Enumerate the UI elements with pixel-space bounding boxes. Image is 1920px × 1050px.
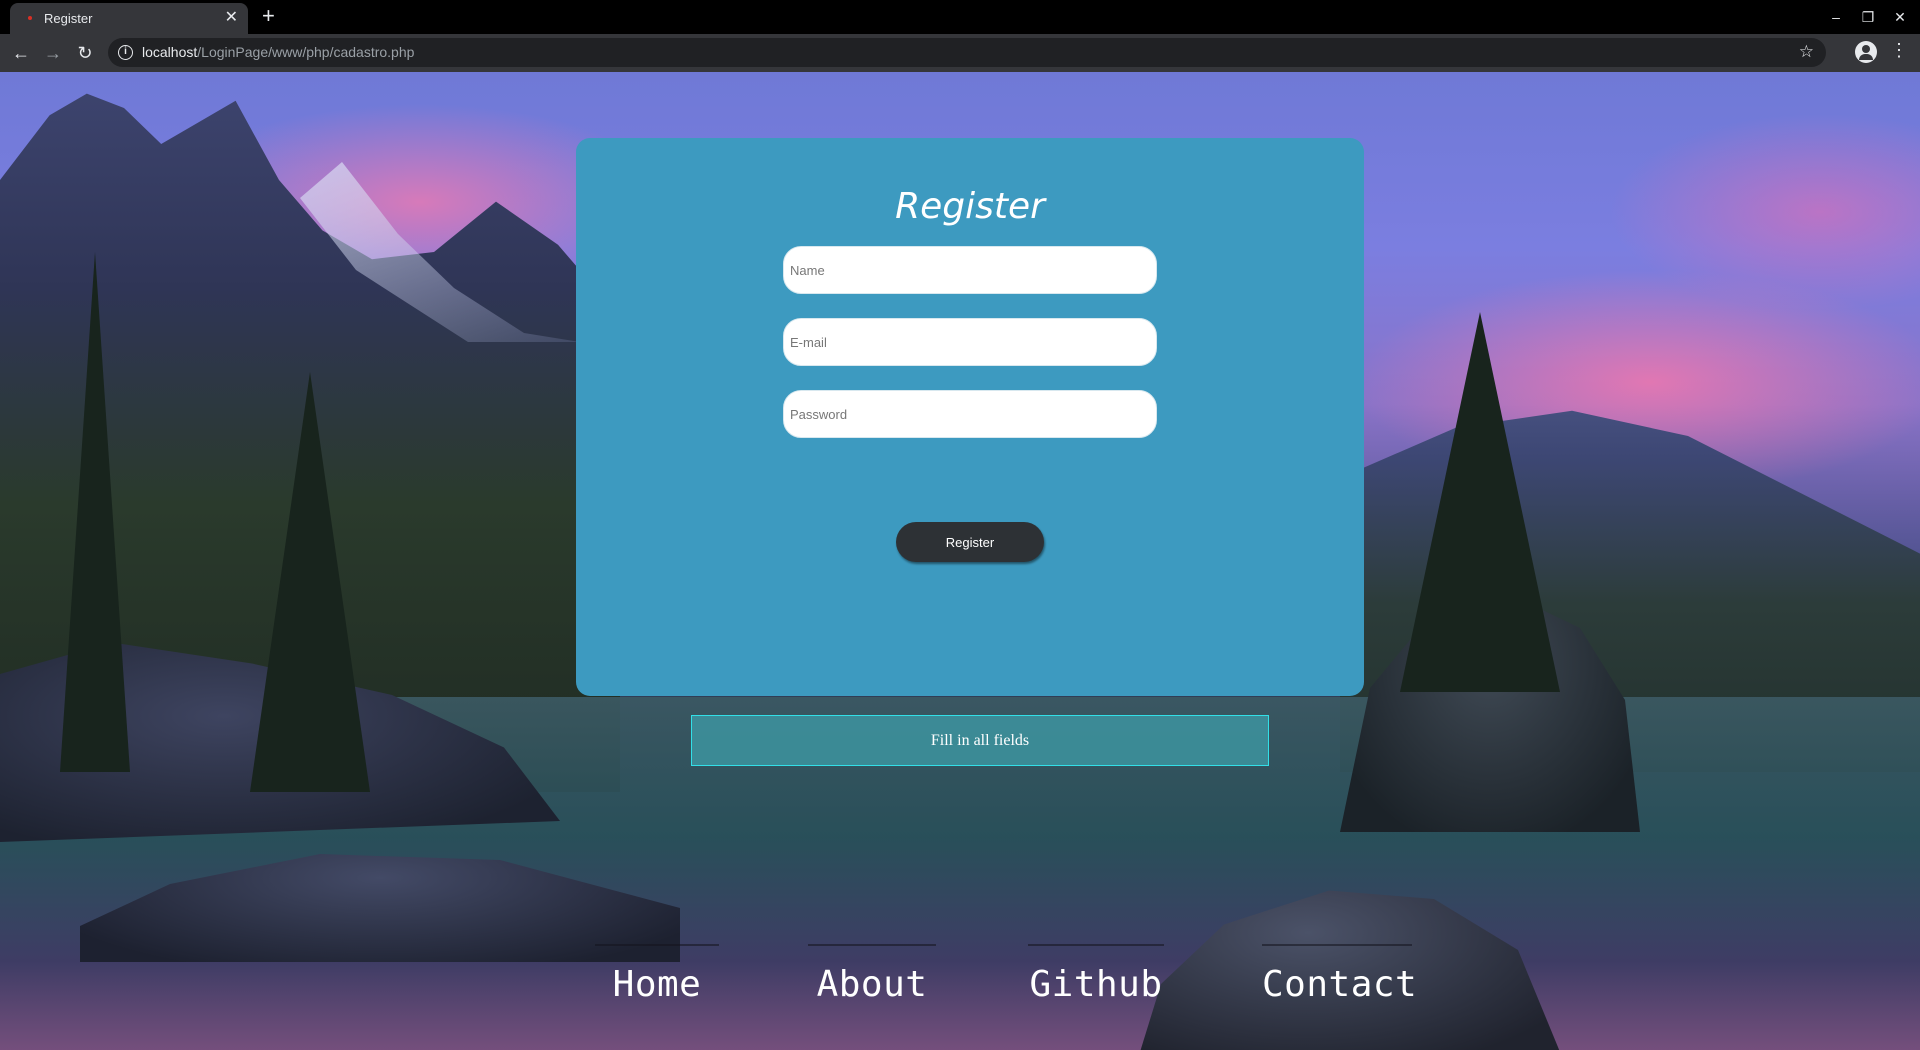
profile-avatar-icon[interactable] [1855,41,1877,63]
browser-tab-strip: Register ✕ + – ❐ ✕ [0,0,1920,34]
browser-tab[interactable]: Register ✕ [10,3,248,34]
nav-link-github[interactable]: Github [1028,944,1164,1005]
back-icon[interactable]: ← [8,40,34,66]
password-field [783,390,1157,438]
new-tab-icon[interactable]: + [262,3,275,29]
email-field [783,318,1157,366]
browser-menu-icon[interactable]: ⋮ [1890,40,1908,61]
register-title: Register [895,186,1045,227]
name-input[interactable] [784,247,1156,293]
restore-icon[interactable]: ❐ [1858,7,1878,27]
nav-link-about[interactable]: About [808,944,936,1005]
browser-toolbar: ← → ↻ i localhost/LoginPage/www/php/cada… [0,34,1920,72]
nav-link-contact[interactable]: Contact [1262,944,1417,1005]
nav-link-home[interactable]: Home [595,944,719,1005]
address-bar[interactable]: i localhost/LoginPage/www/php/cadastro.p… [108,38,1826,67]
footer-nav: Home About Github Contact [0,944,1920,1014]
favicon-icon [28,16,32,20]
tab-title: Register [44,11,93,26]
validation-alert: Fill in all fields [691,715,1269,766]
register-button[interactable]: Register [896,522,1044,562]
close-window-icon[interactable]: ✕ [1890,7,1910,27]
reload-icon[interactable]: ↻ [72,40,98,66]
url-text[interactable]: localhost/LoginPage/www/php/cadastro.php [142,44,414,60]
email-input[interactable] [784,319,1156,365]
bookmark-star-icon[interactable]: ☆ [1799,42,1814,62]
name-field [783,246,1157,294]
url-path: /LoginPage/www/php/cadastro.php [197,44,415,60]
page-viewport: Register Register Fill in all fields Hom… [0,72,1920,1050]
password-input[interactable] [784,391,1156,437]
register-card: Register Register [576,138,1364,696]
minimize-icon[interactable]: – [1826,7,1846,27]
site-info-icon[interactable]: i [118,45,133,60]
close-tab-icon[interactable]: ✕ [225,9,238,27]
url-host: localhost [142,44,198,60]
forward-icon[interactable]: → [40,40,66,66]
